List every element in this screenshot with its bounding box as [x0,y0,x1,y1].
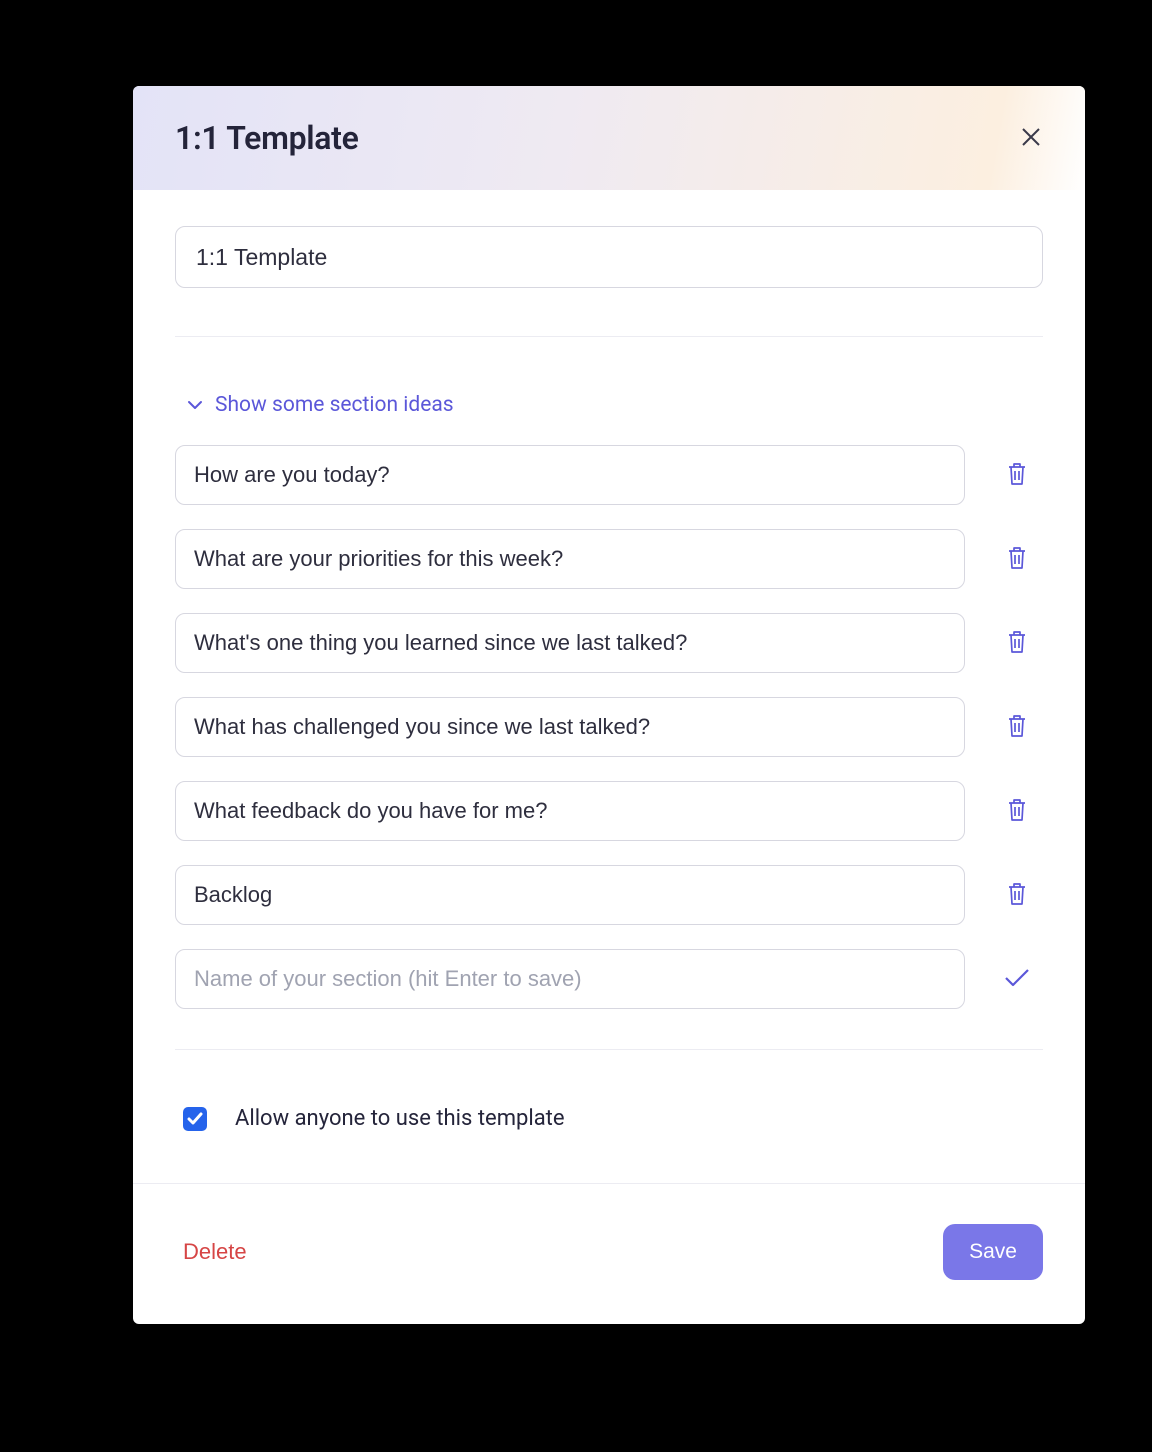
trash-icon [1005,629,1029,658]
section-name-input[interactable] [175,697,965,757]
section-row [175,445,1043,505]
delete-section-button[interactable] [995,541,1039,578]
allow-anyone-row: Allow anyone to use this template [175,1050,1043,1183]
delete-button[interactable]: Delete [175,1235,255,1269]
section-row [175,613,1043,673]
dialog-footer: Delete Save [133,1184,1085,1324]
template-editor-dialog: 1:1 Template Show some section ideas [133,86,1085,1324]
trash-icon [1005,797,1029,826]
dialog-header: 1:1 Template [133,86,1085,190]
dialog-title: 1:1 Template [175,119,359,157]
trash-icon [1005,545,1029,574]
check-icon [1003,967,1031,992]
section-name-input[interactable] [175,781,965,841]
new-section-row [175,949,1043,1009]
close-icon [1019,125,1043,152]
trash-icon [1005,713,1029,742]
section-name-input[interactable] [175,445,965,505]
divider [175,336,1043,337]
trash-icon [1005,461,1029,490]
allow-anyone-label: Allow anyone to use this template [235,1106,565,1131]
chevron-down-icon [187,393,203,417]
section-row [175,781,1043,841]
delete-section-button[interactable] [995,709,1039,746]
template-name-input[interactable] [175,226,1043,288]
section-row [175,697,1043,757]
confirm-new-section-button[interactable] [995,963,1039,996]
save-button[interactable]: Save [943,1224,1043,1280]
section-row [175,529,1043,589]
new-section-input[interactable] [175,949,965,1009]
trash-icon [1005,881,1029,910]
show-section-ideas-toggle[interactable]: Show some section ideas [175,393,1043,417]
delete-section-button[interactable] [995,625,1039,662]
show-section-ideas-label: Show some section ideas [215,393,454,417]
delete-section-button[interactable] [995,877,1039,914]
section-name-input[interactable] [175,865,965,925]
delete-section-button[interactable] [995,457,1039,494]
delete-section-button[interactable] [995,793,1039,830]
sections-list [175,445,1043,925]
section-name-input[interactable] [175,529,965,589]
close-button[interactable] [1013,119,1049,158]
section-row [175,865,1043,925]
section-name-input[interactable] [175,613,965,673]
